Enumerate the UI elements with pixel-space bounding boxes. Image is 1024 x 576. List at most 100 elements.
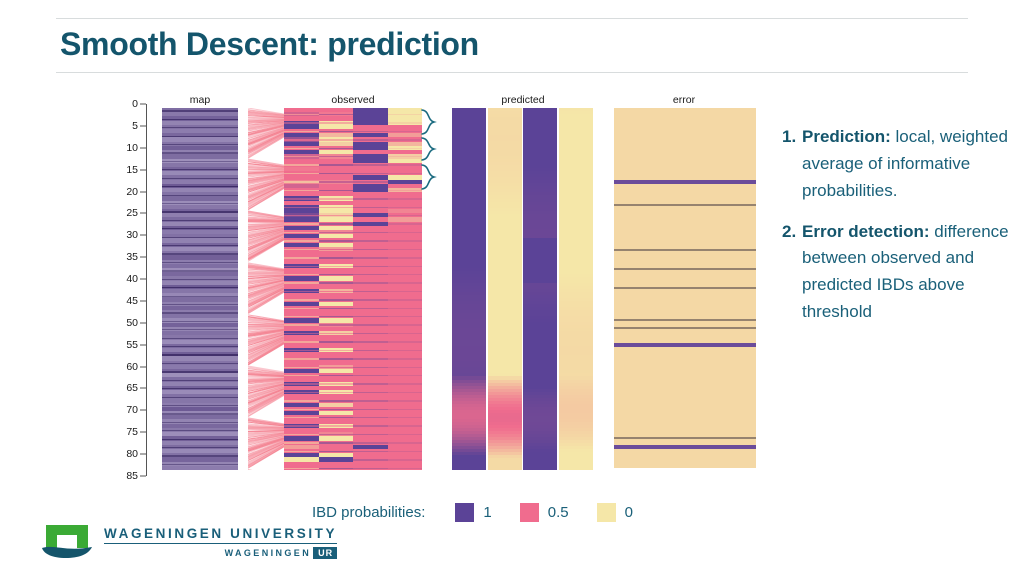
observed-cell-band bbox=[387, 358, 422, 360]
y-axis-tick-label: 60 bbox=[126, 360, 138, 373]
observed-cell-band bbox=[353, 400, 388, 402]
observed-cell-band bbox=[284, 122, 319, 124]
y-axis-tick-label: 70 bbox=[126, 404, 138, 417]
observed-column bbox=[387, 108, 422, 470]
observed-cell-band bbox=[284, 265, 319, 267]
observed-cell-band bbox=[318, 433, 353, 436]
connector-line bbox=[248, 219, 284, 223]
observed-cell-band bbox=[387, 341, 422, 343]
observed-cell-band bbox=[318, 316, 353, 318]
observed-cell-band bbox=[353, 198, 388, 200]
connector-line bbox=[248, 323, 284, 326]
observed-cell-band bbox=[318, 113, 353, 116]
observed-cell-band bbox=[318, 189, 353, 192]
observed-cell-band bbox=[318, 425, 353, 427]
observed-cell-band bbox=[284, 408, 319, 411]
brace-group bbox=[421, 109, 437, 190]
observed-cell-band bbox=[353, 374, 388, 377]
observed-cell-band bbox=[318, 206, 353, 208]
panel-connector-fan bbox=[248, 108, 284, 470]
observed-cell-band bbox=[353, 450, 388, 453]
observed-cell-band bbox=[387, 450, 422, 453]
legend-label-0p5: 0.5 bbox=[547, 504, 569, 521]
observed-cell-band bbox=[284, 282, 319, 284]
y-axis-tick-mark bbox=[140, 191, 146, 193]
observed-cell-band bbox=[284, 366, 319, 368]
observed-cell-band bbox=[318, 324, 353, 326]
y-axis-line bbox=[146, 104, 147, 476]
observed-cell-band bbox=[387, 130, 422, 133]
observed-cell-band bbox=[318, 391, 353, 394]
observed-cell-band bbox=[284, 467, 319, 469]
y-axis-tick-mark bbox=[140, 103, 146, 105]
observed-cell-band bbox=[353, 122, 388, 124]
bullet-number: 1. bbox=[782, 127, 797, 146]
observed-cell-band bbox=[387, 181, 422, 183]
y-axis-tick-label: 20 bbox=[126, 185, 138, 198]
observed-cell-band bbox=[318, 290, 353, 293]
y-axis-tick-mark bbox=[140, 322, 146, 324]
logo-wageningen-word: WAGENINGEN bbox=[224, 548, 312, 558]
observed-cell-band bbox=[318, 417, 353, 419]
y-axis-tick-mark bbox=[140, 387, 146, 389]
predicted-cell bbox=[487, 466, 522, 470]
observed-cell-band bbox=[284, 206, 319, 208]
y-axis-tick-mark bbox=[140, 278, 146, 280]
brace-2 bbox=[421, 137, 437, 161]
predicted-column bbox=[558, 108, 593, 470]
observed-cell-band bbox=[284, 374, 319, 377]
observed-cell-band bbox=[318, 156, 353, 158]
observed-cell-band bbox=[387, 231, 422, 234]
observed-cell-band bbox=[318, 122, 353, 124]
observed-cell-band bbox=[284, 349, 319, 352]
y-axis-tick-mark bbox=[140, 453, 146, 455]
observed-cell-band bbox=[353, 332, 388, 335]
observed-cell-band bbox=[284, 417, 319, 419]
observed-cell-band bbox=[387, 442, 422, 444]
observed-cell-band bbox=[353, 442, 388, 444]
error-line bbox=[614, 444, 756, 450]
observed-cell-band bbox=[353, 156, 388, 158]
legend-swatch-0p5 bbox=[519, 503, 539, 522]
connector-line bbox=[248, 426, 284, 430]
observed-cell-band bbox=[318, 282, 353, 284]
observed-cell-band bbox=[318, 147, 353, 150]
y-axis-tick-mark bbox=[140, 366, 146, 368]
observed-cell-band bbox=[387, 223, 422, 225]
legend-swatch-1 bbox=[455, 503, 475, 522]
observed-cell-band bbox=[318, 358, 353, 360]
observed-column bbox=[353, 108, 388, 470]
observed-cell-band bbox=[318, 223, 353, 225]
observed-cell-band bbox=[284, 425, 319, 427]
y-axis-tick-mark bbox=[140, 300, 146, 302]
observed-cell-band bbox=[284, 257, 319, 259]
observed-cell-band bbox=[387, 299, 422, 301]
y-axis-tick-mark bbox=[140, 169, 146, 171]
wageningen-logo-mark bbox=[42, 525, 92, 558]
observed-cell-band bbox=[284, 307, 319, 310]
bullet-number: 2. bbox=[782, 221, 797, 241]
observed-cell-band bbox=[318, 172, 353, 175]
observed-cell-band bbox=[284, 113, 319, 116]
observed-cell-band bbox=[387, 467, 422, 469]
observed-cell-band bbox=[353, 147, 388, 150]
wageningen-logo: WAGENINGEN UNIVERSITY WAGENINGEN UR bbox=[40, 521, 338, 561]
observed-cell-band bbox=[353, 172, 388, 175]
y-axis-tick-mark bbox=[140, 147, 146, 149]
figure-region: map observed predicted error 0 5 10 15 20 25 3… bbox=[0, 88, 790, 488]
observed-cell-band bbox=[387, 391, 422, 394]
legend-swatch-0 bbox=[596, 503, 616, 522]
observed-cell-band bbox=[318, 408, 353, 411]
predicted-cell bbox=[523, 466, 557, 470]
connector-line bbox=[248, 168, 284, 171]
legend-label-1: 1 bbox=[483, 504, 492, 521]
observed-cell-band bbox=[353, 433, 388, 436]
y-axis-tick-label: 25 bbox=[126, 207, 138, 220]
y-axis-tick-label: 5 bbox=[132, 119, 138, 132]
observed-cell-band bbox=[387, 433, 422, 436]
error-line bbox=[614, 342, 756, 348]
legend-item-0: 0 bbox=[596, 503, 633, 522]
observed-cell-band bbox=[284, 324, 319, 326]
predicted-column bbox=[452, 108, 486, 470]
y-axis-tick-mark bbox=[140, 475, 146, 477]
